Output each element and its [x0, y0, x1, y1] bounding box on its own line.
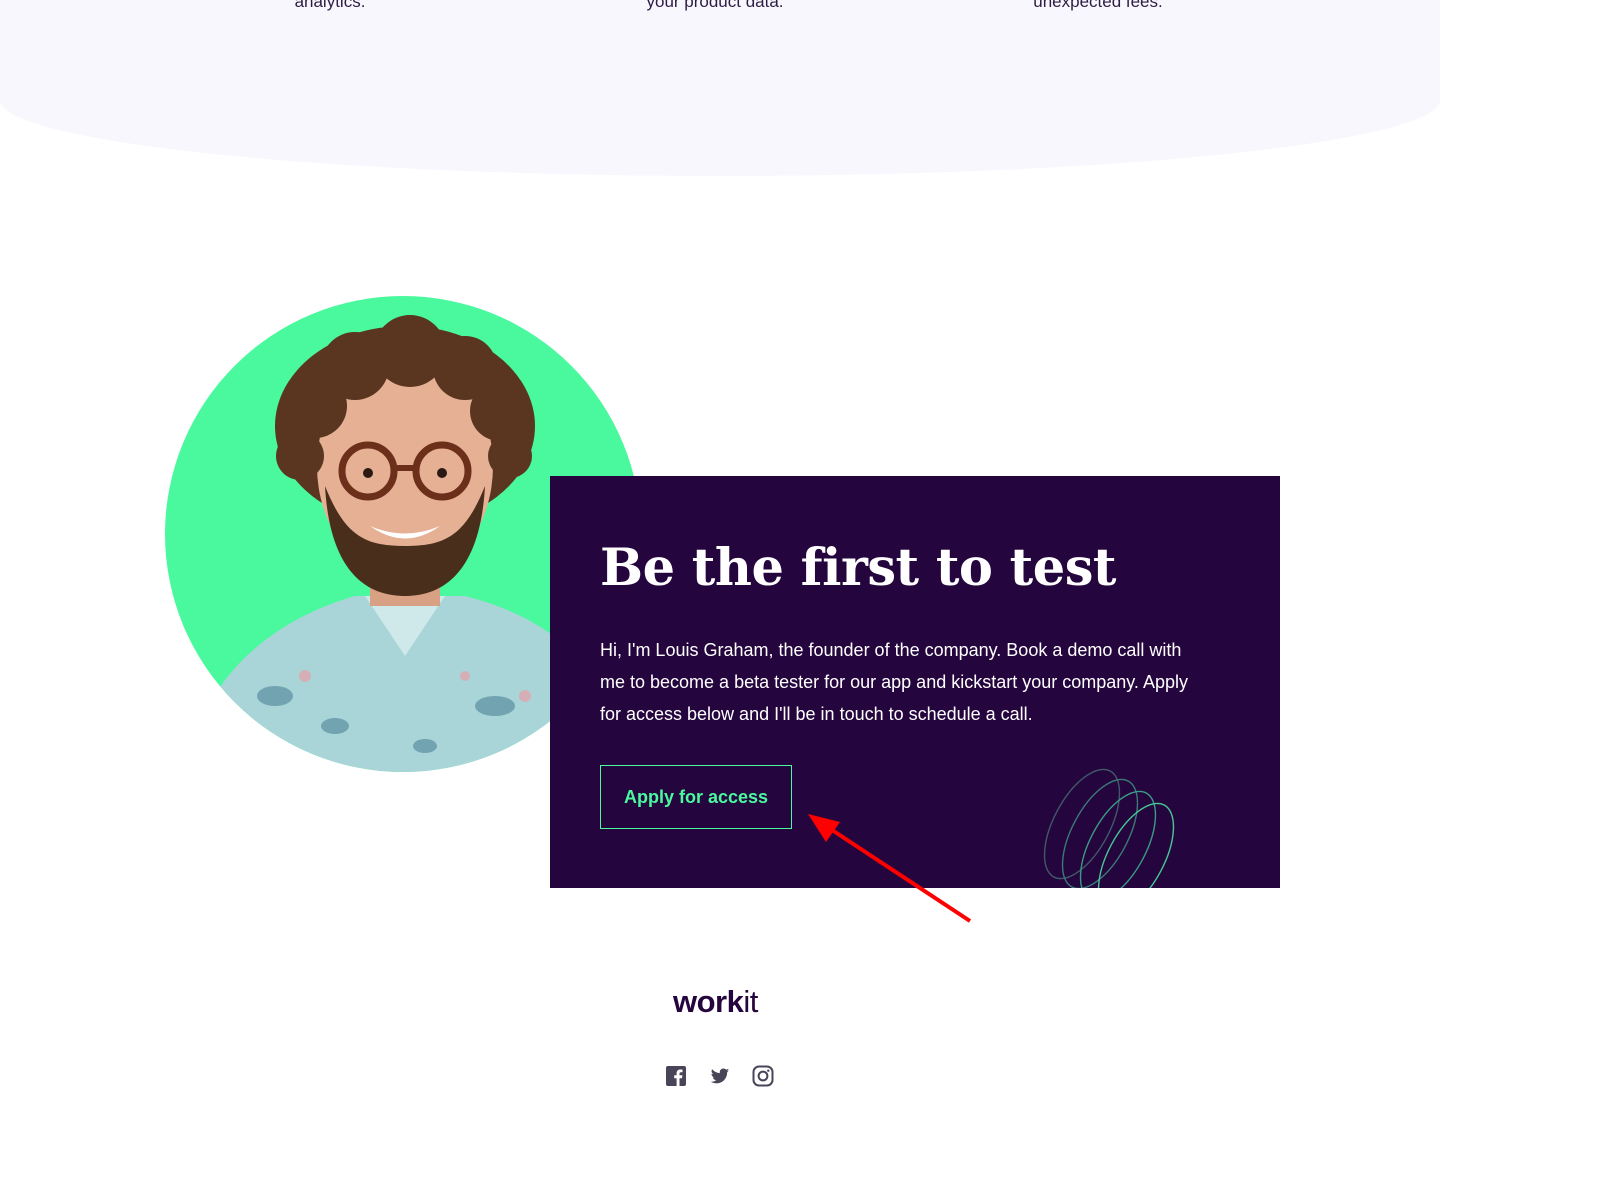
facebook-icon[interactable]: [665, 1065, 687, 1087]
logo-text-light: it: [743, 984, 758, 1019]
logo-text-bold: work: [673, 984, 744, 1019]
annotation-arrow: [808, 814, 972, 923]
twitter-icon[interactable]: [709, 1065, 731, 1087]
instagram-icon[interactable]: [752, 1065, 774, 1087]
workit-logo[interactable]: workit: [673, 984, 758, 1020]
